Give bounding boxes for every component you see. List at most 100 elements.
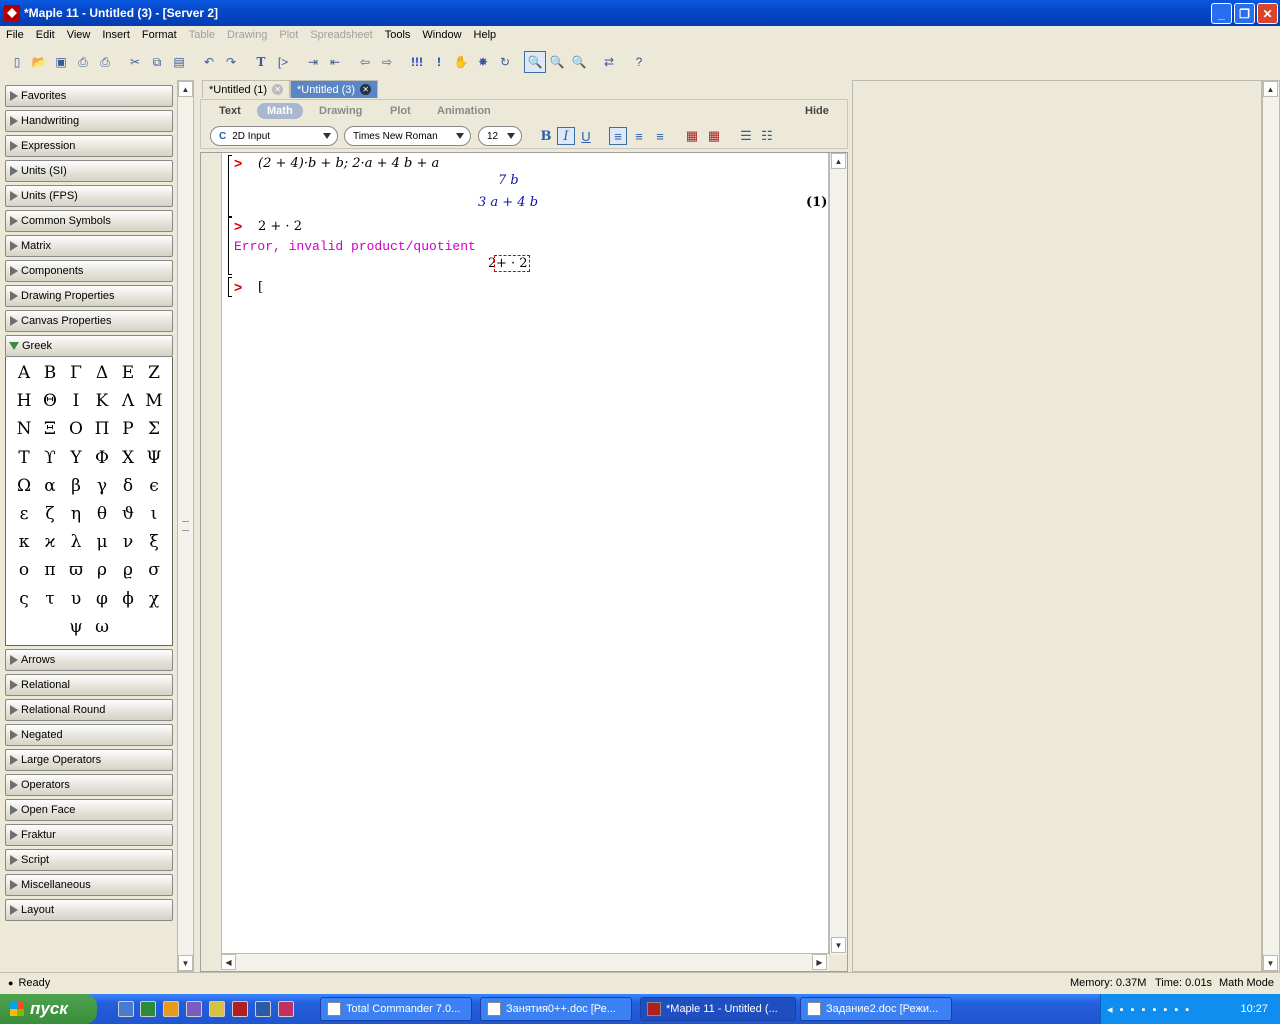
menu-spreadsheet[interactable]: Spreadsheet (304, 29, 378, 41)
greek-symbol[interactable]: Χ (115, 444, 141, 472)
greek-symbol[interactable]: δ (115, 472, 141, 500)
mode-math[interactable]: Math (257, 103, 303, 119)
greek-symbol[interactable]: ϑ (115, 500, 141, 528)
excel-icon[interactable] (140, 1001, 156, 1017)
greek-symbol[interactable]: φ (89, 585, 115, 613)
forward-icon[interactable]: ⇨ (376, 51, 398, 73)
greek-symbol[interactable]: ο (11, 556, 37, 584)
task-maple[interactable]: *Maple 11 - Untitled (... (640, 997, 796, 1021)
greek-symbol[interactable]: Ζ (141, 359, 167, 387)
greek-symbol[interactable]: Η (11, 387, 37, 415)
task-word-doc-2[interactable]: Задание2.doc [Режи... (800, 997, 952, 1021)
menu-drawing[interactable]: Drawing (221, 29, 273, 41)
greek-symbol[interactable]: Σ (141, 415, 167, 443)
scroll-up-icon[interactable]: ▲ (831, 153, 846, 169)
close-tab-icon[interactable]: ✕ (272, 84, 284, 95)
scroll-up-icon[interactable]: ▲ (1263, 81, 1278, 97)
menu-insert[interactable]: Insert (96, 29, 136, 41)
text-cursor[interactable]: [ (258, 280, 263, 295)
palette-common-symbols[interactable]: Common Symbols (5, 210, 173, 232)
scroll-down-icon[interactable]: ▼ (178, 955, 193, 971)
greek-symbol[interactable]: λ (63, 528, 89, 556)
greek-symbol[interactable]: ϒ (37, 444, 63, 472)
print-icon[interactable]: ⎙ (72, 51, 94, 73)
align-center-icon[interactable]: ≡ (630, 127, 648, 145)
align-left-icon[interactable]: ≡ (609, 127, 627, 145)
hide-button[interactable]: Hide (795, 103, 839, 119)
restore-button[interactable]: ❐ (1234, 3, 1255, 24)
greek-symbol[interactable]: Ρ (115, 415, 141, 443)
palette-greek[interactable]: Greek (5, 335, 173, 357)
worksheet-horizontal-scrollbar[interactable]: ◀ ▶ (221, 953, 829, 971)
input-mode-select[interactable]: C 2D Input (210, 126, 338, 146)
toggle-input-icon[interactable]: ⇄ (598, 51, 620, 73)
menu-file[interactable]: File (0, 29, 30, 41)
menu-format[interactable]: Format (136, 29, 183, 41)
bullet-list-icon[interactable]: ☰ (737, 127, 755, 145)
greek-symbol[interactable]: ζ (37, 500, 63, 528)
help-icon[interactable]: ? (628, 51, 650, 73)
greek-symbol[interactable]: θ (89, 500, 115, 528)
greek-symbol[interactable]: ϰ (37, 528, 63, 556)
greek-symbol[interactable]: ω (89, 613, 115, 641)
tray-icons[interactable]: ◂ ▪ ▪ ▪ ▪ ▪ ▪ ▪ (1107, 1003, 1191, 1016)
palette-negated[interactable]: Negated (5, 723, 173, 746)
greek-symbol[interactable]: η (63, 500, 89, 528)
palette-arrows[interactable]: Arrows (5, 648, 173, 671)
text-mode-icon[interactable]: T (250, 51, 272, 73)
font-size-select[interactable]: 12 (478, 126, 522, 146)
palette-scrollbar[interactable]: ▲ ▼ (177, 80, 194, 972)
palette-units-fps[interactable]: Units (FPS) (5, 185, 173, 207)
greek-symbol[interactable]: τ (37, 585, 63, 613)
greek-symbol[interactable]: Π (89, 415, 115, 443)
greek-symbol[interactable]: σ (141, 556, 167, 584)
palette-canvas-properties[interactable]: Canvas Properties (5, 310, 173, 332)
execution-group-icon[interactable]: [> (272, 51, 294, 73)
greek-symbol[interactable]: ϕ (115, 585, 141, 613)
close-tab-icon[interactable]: ✕ (360, 84, 372, 95)
undo-icon[interactable]: ↶ (198, 51, 220, 73)
greek-symbol[interactable]: Ξ (37, 415, 63, 443)
task-word-doc-1[interactable]: Занятия0++.doc [Ре... (480, 997, 632, 1021)
scroll-up-icon[interactable]: ▲ (178, 81, 193, 97)
maple-icon[interactable] (232, 1001, 248, 1017)
greek-symbol[interactable]: υ (63, 585, 89, 613)
greek-symbol[interactable]: π (37, 556, 63, 584)
palette-favorites[interactable]: Favorites (5, 85, 173, 107)
palette-relational-round[interactable]: Relational Round (5, 698, 173, 721)
word-icon[interactable] (255, 1001, 271, 1017)
greek-symbol[interactable]: Τ (11, 444, 37, 472)
start-button[interactable]: пуск (0, 994, 97, 1024)
palette-handwriting[interactable]: Handwriting (5, 110, 173, 132)
greek-symbol[interactable]: Γ (63, 359, 89, 387)
menu-plot[interactable]: Plot (273, 29, 304, 41)
greek-symbol[interactable]: ι (141, 500, 167, 528)
stop-icon[interactable]: ✋ (450, 51, 472, 73)
greek-symbol[interactable]: ϖ (63, 556, 89, 584)
menu-table[interactable]: Table (183, 29, 221, 41)
palette-miscellaneous[interactable]: Miscellaneous (5, 873, 173, 896)
greek-symbol[interactable]: Β (37, 359, 63, 387)
mode-animation[interactable]: Animation (427, 103, 501, 119)
greek-symbol[interactable]: Ψ (141, 444, 167, 472)
copy-icon[interactable]: ⧉ (146, 51, 168, 73)
menu-window[interactable]: Window (416, 29, 467, 41)
tab-untitled-1[interactable]: *Untitled (1) ✕ (202, 80, 291, 98)
greek-symbol[interactable]: Ω (11, 472, 37, 500)
palette-fraktur[interactable]: Fraktur (5, 823, 173, 846)
greek-symbol[interactable]: Φ (89, 444, 115, 472)
palette-matrix[interactable]: Matrix (5, 235, 173, 257)
app-icon[interactable] (209, 1001, 225, 1017)
palette-expression[interactable]: Expression (5, 135, 173, 157)
greek-symbol[interactable]: Ο (63, 415, 89, 443)
greek-symbol[interactable]: α (37, 472, 63, 500)
greek-symbol[interactable]: ϵ (141, 472, 167, 500)
greek-symbol[interactable]: μ (89, 528, 115, 556)
messenger-icon[interactable] (163, 1001, 179, 1017)
palette-drawing-properties[interactable]: Drawing Properties (5, 285, 173, 307)
back-icon[interactable]: ⇦ (354, 51, 376, 73)
greek-symbol[interactable]: Θ (37, 387, 63, 415)
numbered-list-icon[interactable]: ☷ (758, 127, 776, 145)
greek-symbol[interactable]: Ε (115, 359, 141, 387)
greek-symbol[interactable]: Υ (63, 444, 89, 472)
